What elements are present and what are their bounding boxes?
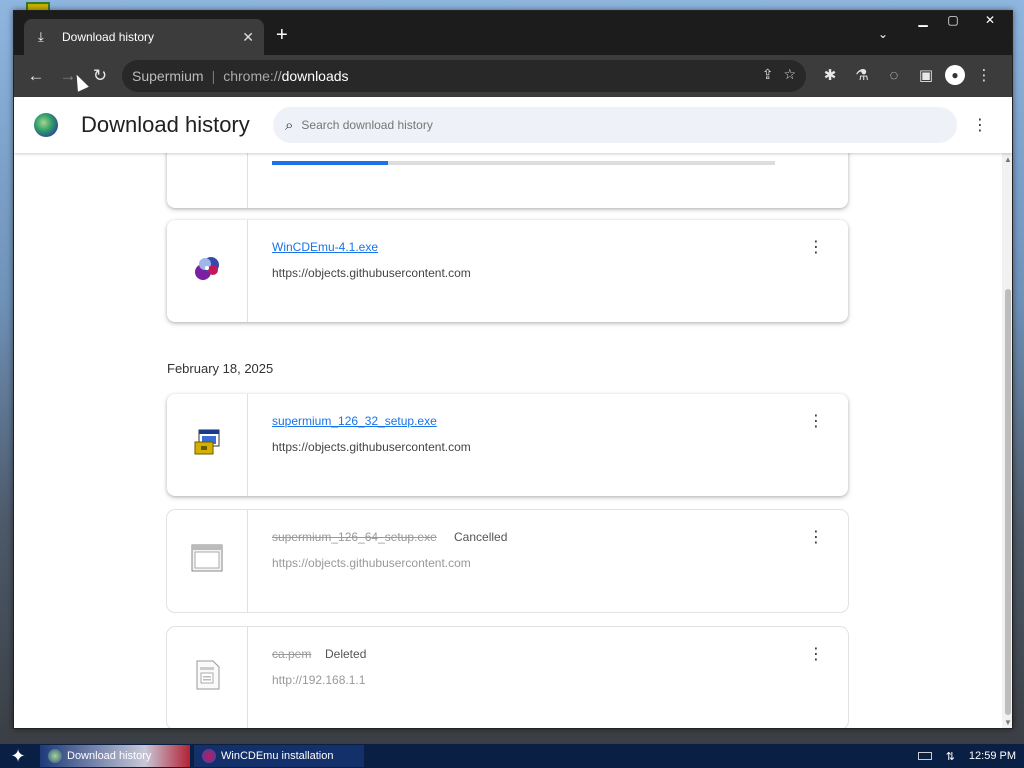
downloads-list: WinCDEmu-4.1.exe https://objects.githubu… xyxy=(14,153,1002,728)
installer-file-icon xyxy=(194,429,220,455)
browser-toolbar: ← → ↻ Supermium | chrome://downloads ⇪ ☆… xyxy=(14,55,1012,97)
url-host: downloads xyxy=(281,68,349,84)
download-card: WinCDEmu-4.1.exe https://objects.githubu… xyxy=(167,220,848,322)
download-card-cancelled: supermium_126_64_setup.exe Cancelled htt… xyxy=(167,510,848,612)
date-header: February 18, 2025 xyxy=(167,361,274,376)
browser-menu-icon[interactable]: ⋮ xyxy=(971,61,997,89)
taskbar-item-download-history[interactable]: Download history xyxy=(40,745,190,767)
tab-strip: ⤓ Download history ✕ + ⌄ ▁ ▢ ✕ xyxy=(14,11,1012,55)
back-button[interactable]: ← xyxy=(20,60,52,92)
keyboard-icon[interactable] xyxy=(917,752,932,760)
file-source-url: https://objects.githubusercontent.com xyxy=(272,556,471,570)
certificate-file-icon xyxy=(196,660,220,690)
scrollbar-thumb[interactable] xyxy=(1005,289,1011,715)
network-icon[interactable]: ⇅ xyxy=(946,750,955,763)
file-name-link[interactable]: supermium_126_32_setup.exe xyxy=(272,414,437,428)
address-bar[interactable]: Supermium | chrome://downloads ⇪ ☆ xyxy=(122,60,806,92)
start-button[interactable]: ✦ xyxy=(0,744,36,768)
wincdemu-icon xyxy=(202,749,216,763)
search-icon: ⌕ xyxy=(285,116,294,134)
file-icon-column xyxy=(167,627,248,728)
loading-spinner-icon: ◌ xyxy=(889,66,899,84)
taskbar-item-label: Download history xyxy=(67,750,152,762)
download-progress-bar xyxy=(272,161,775,165)
file-name: supermium_126_64_setup.exe xyxy=(272,530,437,544)
share-icon[interactable]: ⇪ xyxy=(762,66,774,83)
tab-title: Download history xyxy=(62,30,155,44)
bookmark-star-icon[interactable]: ☆ xyxy=(783,66,796,83)
extensions-puzzle-icon[interactable]: ✱ xyxy=(817,61,843,89)
page-title: Download history xyxy=(81,112,250,137)
url-scheme: chrome:// xyxy=(223,68,282,84)
file-icon-column xyxy=(167,153,248,208)
taskbar-item-wincdemu-installation[interactable]: WinCDEmu installation xyxy=(194,745,364,767)
download-card: supermium_126_32_setup.exe https://objec… xyxy=(167,394,848,496)
download-card-partial xyxy=(167,153,848,208)
profile-avatar-icon[interactable]: ● xyxy=(945,65,965,85)
side-panel-icon[interactable]: ▣ xyxy=(913,61,939,89)
generic-window-file-icon xyxy=(191,544,223,572)
labs-flask-icon[interactable]: ⚗ xyxy=(849,61,875,89)
scroll-down-arrow-icon[interactable]: ▼ xyxy=(1004,718,1012,727)
file-icon-column xyxy=(167,220,248,322)
minimize-button[interactable]: ▁ xyxy=(908,11,938,29)
search-input[interactable] xyxy=(301,118,902,132)
file-source-url: http://192.168.1.1 xyxy=(272,673,366,687)
downloads-header: Download history ⌕ ⋮ xyxy=(14,97,1012,153)
browser-window: ⤓ Download history ✕ + ⌄ ▁ ▢ ✕ ← → ↻ Sup… xyxy=(13,10,1013,729)
tab-download-history[interactable]: ⤓ Download history ✕ xyxy=(24,19,264,55)
item-more-actions-icon[interactable]: ⋮ xyxy=(808,240,824,256)
omnibox-separator: | xyxy=(211,68,216,84)
item-more-actions-icon[interactable]: ⋮ xyxy=(808,414,824,430)
maximize-button[interactable]: ▢ xyxy=(938,11,968,29)
window-controls: ▁ ▢ ✕ xyxy=(908,11,1012,29)
taskbar-item-label: WinCDEmu installation xyxy=(221,750,334,762)
file-icon-column xyxy=(167,394,248,496)
file-source-url: https://objects.githubusercontent.com xyxy=(272,440,471,454)
file-name-link[interactable]: WinCDEmu-4.1.exe xyxy=(272,240,378,254)
download-status: Deleted xyxy=(325,647,367,661)
download-icon: ⤓ xyxy=(38,29,44,44)
new-tab-button[interactable]: + xyxy=(276,25,288,45)
tab-search-chevron-icon[interactable]: ⌄ xyxy=(878,27,888,41)
file-source-url: https://objects.githubusercontent.com xyxy=(272,266,471,280)
download-status: Cancelled xyxy=(454,530,508,544)
wincdemu-file-icon xyxy=(195,257,219,280)
file-icon-column xyxy=(167,510,248,612)
supermium-logo-icon xyxy=(34,113,58,137)
taskbar: ✦ Download history WinCDEmu installation… xyxy=(0,744,1024,768)
page-menu-icon[interactable]: ⋮ xyxy=(972,115,988,135)
download-card-deleted: ca.pem Deleted http://192.168.1.1 ⋮ xyxy=(167,627,848,728)
close-button[interactable]: ✕ xyxy=(968,11,1012,29)
file-name: ca.pem xyxy=(272,647,312,661)
tab-close-icon[interactable]: ✕ xyxy=(242,29,254,46)
scroll-up-arrow-icon[interactable]: ▲ xyxy=(1004,155,1012,164)
reload-button[interactable]: ↻ xyxy=(84,60,116,92)
item-more-actions-icon[interactable]: ⋮ xyxy=(808,530,824,546)
site-label: Supermium xyxy=(132,68,204,84)
item-more-actions-icon[interactable]: ⋮ xyxy=(808,647,824,663)
system-tray: ⇅ 12:59 PM xyxy=(917,744,1016,768)
search-box[interactable]: ⌕ xyxy=(273,107,957,143)
clock[interactable]: 12:59 PM xyxy=(969,750,1016,762)
browser-icon xyxy=(48,749,62,763)
page-scrollbar[interactable]: ▲ ▼ xyxy=(1002,153,1012,728)
download-progress-fill xyxy=(272,161,388,165)
